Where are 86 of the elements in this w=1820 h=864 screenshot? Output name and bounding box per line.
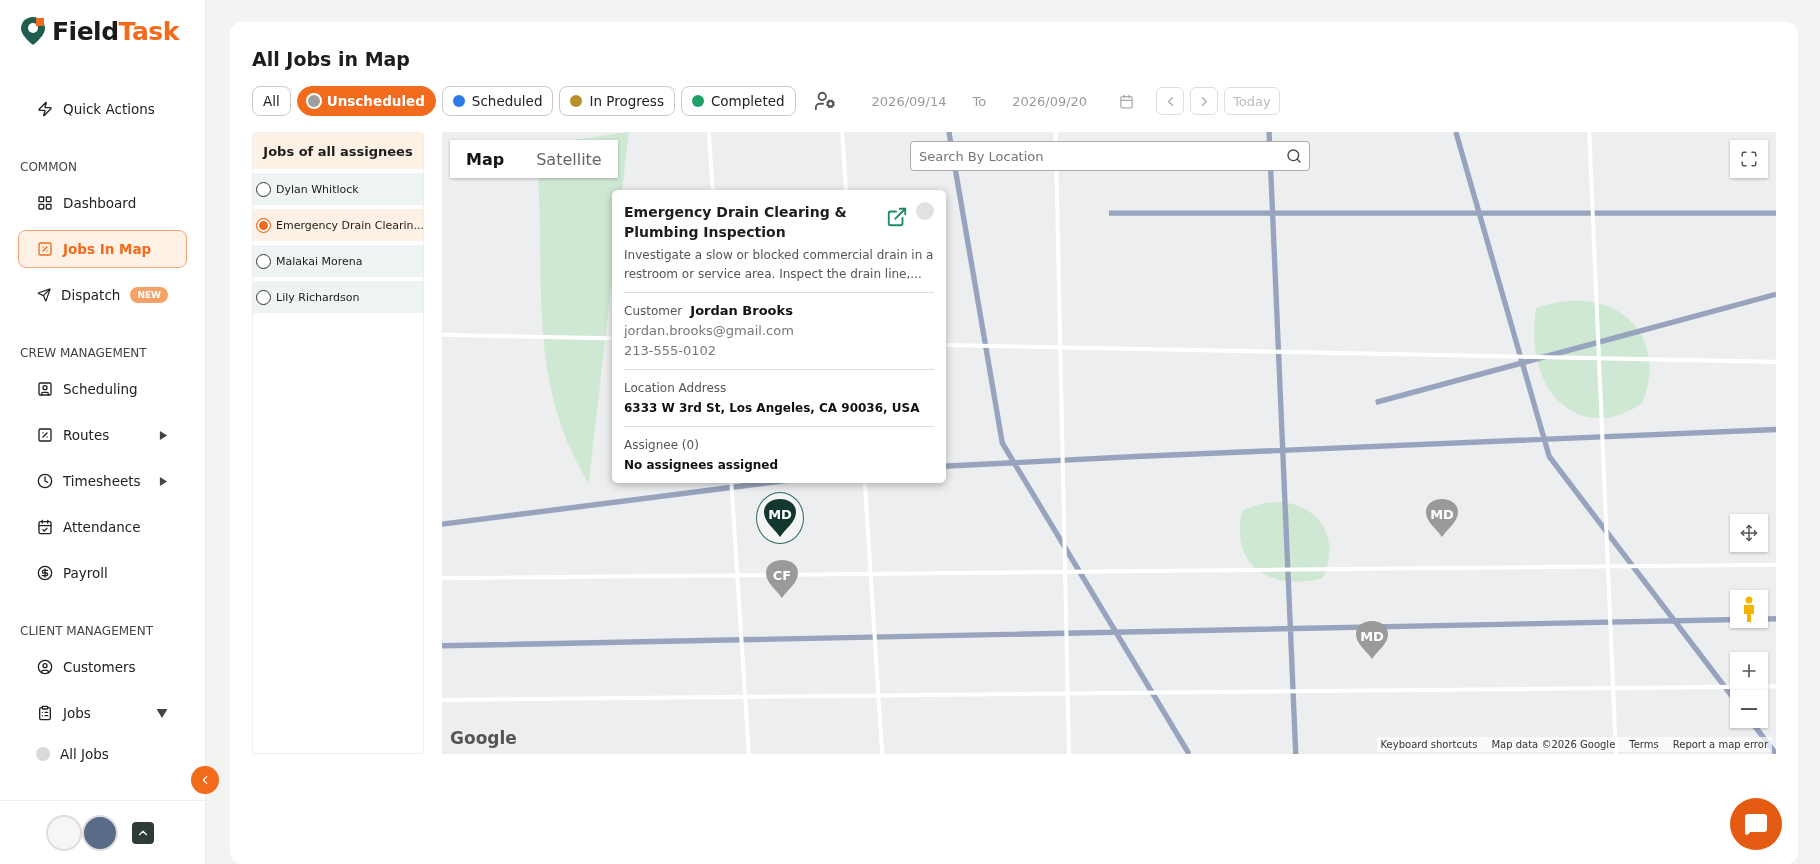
date-to: 2026/09/20 bbox=[1012, 93, 1088, 109]
search-icon bbox=[1286, 148, 1302, 164]
nav-icon bbox=[37, 565, 53, 581]
nav-subitem[interactable]: All Jobs bbox=[18, 740, 187, 768]
nav-icon bbox=[37, 427, 53, 443]
assignee-name: Malakai Morena bbox=[276, 254, 363, 268]
move-icon bbox=[1740, 524, 1758, 542]
nav-item[interactable]: Dashboard bbox=[18, 184, 187, 222]
map-marker[interactable]: MD bbox=[756, 492, 804, 544]
lightning-icon bbox=[37, 101, 53, 117]
zoom-in-button[interactable] bbox=[1730, 652, 1768, 690]
section-heading: CLIENT MANAGEMENT bbox=[20, 624, 154, 638]
nav-item[interactable]: Jobs bbox=[18, 694, 187, 732]
user-avatar[interactable] bbox=[82, 814, 118, 851]
assignee-item[interactable]: Emergency Drain Clearin... bbox=[253, 209, 423, 241]
assignee-filter-icon[interactable] bbox=[813, 90, 836, 112]
radio-button[interactable] bbox=[256, 253, 271, 269]
nav-icon bbox=[37, 381, 53, 397]
section-heading: COMMON bbox=[20, 160, 78, 174]
minus-icon bbox=[1741, 708, 1757, 710]
open-link-icon[interactable] bbox=[886, 206, 908, 228]
status-filter[interactable]: All bbox=[252, 86, 291, 116]
fullscreen-button[interactable] bbox=[1730, 140, 1768, 178]
nav-icon bbox=[37, 659, 53, 675]
nav-icon bbox=[37, 195, 53, 211]
map-attribution[interactable]: Report a map error bbox=[1672, 739, 1768, 750]
customer-phone: 213-555-0102 bbox=[624, 342, 718, 360]
job-title: Emergency Drain Clearing & Plumbing Inspection bbox=[624, 203, 848, 242]
radio-button[interactable] bbox=[256, 289, 271, 305]
collapse-button[interactable] bbox=[191, 766, 219, 794]
nav-item[interactable]: Customers bbox=[18, 648, 187, 686]
page-title: All Jobs in Map bbox=[252, 48, 411, 70]
assignee-name: Emergency Drain Clearin... bbox=[276, 218, 425, 232]
nav-item[interactable]: Dispatch NEW bbox=[18, 276, 187, 314]
section-heading: CREW MANAGEMENT bbox=[20, 346, 148, 360]
nav-icon bbox=[37, 705, 53, 721]
map-attribution[interactable]: Terms bbox=[1629, 739, 1659, 750]
brand-name: FieldTask bbox=[52, 16, 179, 46]
nav-item[interactable]: Payroll bbox=[18, 554, 187, 592]
zoom-out-button[interactable] bbox=[1730, 690, 1768, 728]
assignee-value: No assignees assigned bbox=[624, 457, 780, 474]
customer-email: jordan.brooks@gmail.com bbox=[624, 322, 795, 340]
nav-icon bbox=[37, 287, 52, 303]
map-type-tab[interactable]: Map bbox=[450, 140, 521, 178]
dot-icon bbox=[36, 747, 50, 761]
new-badge: NEW bbox=[130, 287, 168, 303]
address: 6333 W 3rd St, Los Angeles, CA 90036, USA bbox=[624, 400, 921, 417]
nav-item[interactable]: Attendance bbox=[18, 508, 187, 546]
logo-pin-icon bbox=[20, 16, 46, 46]
person-icon bbox=[1742, 596, 1756, 622]
status-filter[interactable]: In Progress bbox=[559, 86, 675, 116]
nav-item[interactable]: Timesheets bbox=[18, 462, 187, 500]
map-attribution: Map data ©2026 Google bbox=[1491, 739, 1616, 750]
nav-item[interactable]: Scheduling bbox=[18, 370, 187, 408]
assignee-item[interactable]: Dylan Whitlock bbox=[253, 173, 423, 205]
date-from: 2026/09/14 bbox=[871, 93, 947, 109]
map-type-tab[interactable]: Satellite bbox=[520, 140, 618, 178]
map-logo: Google bbox=[450, 728, 517, 748]
chat-icon bbox=[1744, 812, 1768, 836]
customer-label: Customer bbox=[624, 303, 683, 320]
fullscreen-icon bbox=[1740, 150, 1758, 168]
job-description: Investigate a slow or blocked commercial drain in a restroom or service area. Inspect the drain line,... bbox=[624, 247, 934, 283]
quick-actions-link[interactable]: Quick Actions bbox=[18, 90, 187, 128]
assignee-item[interactable]: Malakai Morena bbox=[253, 245, 423, 277]
pan-button[interactable] bbox=[1730, 514, 1768, 552]
location-search-field[interactable]: Search By Location bbox=[910, 141, 1310, 171]
assignee-label: Assignee (0) bbox=[624, 437, 700, 454]
radio-button[interactable] bbox=[256, 181, 271, 197]
assignee-item[interactable]: Lily Richardson bbox=[253, 281, 423, 313]
map-attribution[interactable]: Keyboard shortcuts bbox=[1380, 739, 1478, 750]
assignee-name: Dylan Whitlock bbox=[276, 182, 359, 196]
panel-heading: Jobs of all assignees bbox=[253, 133, 423, 169]
to-label: To bbox=[972, 93, 987, 109]
expand-button[interactable] bbox=[132, 821, 154, 844]
calendar-icon[interactable] bbox=[1119, 93, 1135, 109]
nav-icon bbox=[37, 473, 53, 489]
nav-item[interactable]: Routes bbox=[18, 416, 187, 454]
radio-button[interactable] bbox=[256, 217, 271, 233]
address-label: Location Address bbox=[624, 380, 728, 397]
assignee-name: Lily Richardson bbox=[276, 290, 360, 304]
chat-button[interactable] bbox=[1730, 798, 1782, 850]
customer-name: Jordan Brooks bbox=[690, 302, 793, 320]
status-filter[interactable]: Scheduled bbox=[441, 86, 554, 116]
nav-icon bbox=[37, 241, 53, 257]
nav-icon bbox=[37, 519, 53, 535]
status-filter[interactable]: Completed bbox=[680, 86, 796, 116]
